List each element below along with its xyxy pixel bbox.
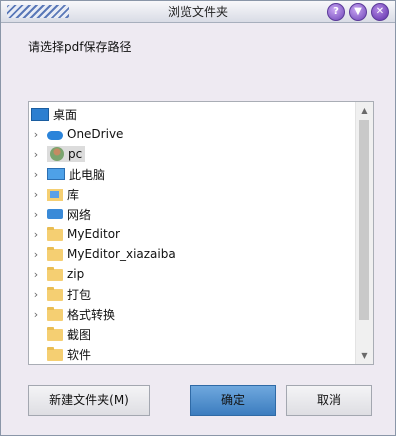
tree-item-format-convert[interactable]: › 格式转换 xyxy=(31,304,115,324)
folder-tree[interactable]: 桌面 › OneDrive › pc › 此电脑 › 库 › 网络 › MyEd… xyxy=(28,101,374,365)
chevron-right-icon[interactable]: › xyxy=(31,228,41,241)
tree-item-myeditor-xiazaiba[interactable]: › MyEditor_xiazaiba xyxy=(31,244,176,264)
chevron-right-icon[interactable]: › xyxy=(31,148,41,161)
chevron-right-icon[interactable]: › xyxy=(31,128,41,141)
tree-item-library[interactable]: › 库 xyxy=(31,184,79,204)
title-bar[interactable]: 浏览文件夹 ? ▼ ✕ xyxy=(1,1,395,23)
new-folder-button[interactable]: 新建文件夹(M) xyxy=(28,385,150,416)
tree-item-label: OneDrive xyxy=(67,127,124,141)
browse-folder-dialog: 浏览文件夹 ? ▼ ✕ 请选择pdf保存路径 桌面 › OneDrive › p… xyxy=(0,0,396,436)
tree-item-label: MyEditor xyxy=(67,227,120,241)
close-button[interactable]: ✕ xyxy=(371,3,389,21)
tree-item-label: pc xyxy=(68,147,83,161)
tree-item-label: zip xyxy=(67,267,85,281)
desktop-icon xyxy=(31,107,49,121)
tree-item-zip[interactable]: › zip xyxy=(31,264,84,284)
tree-item-this-pc[interactable]: › 此电脑 xyxy=(31,164,105,184)
selected-highlight: pc xyxy=(47,146,86,162)
scroll-down-arrow-icon[interactable]: ▼ xyxy=(356,347,373,364)
folder-icon xyxy=(47,347,63,361)
tree-item-desktop[interactable]: 桌面 xyxy=(31,104,77,124)
ok-button[interactable]: 确定 xyxy=(190,385,276,416)
chevron-right-icon[interactable]: › xyxy=(31,288,41,301)
folder-icon xyxy=(47,307,63,321)
chevron-right-icon[interactable]: › xyxy=(31,168,41,181)
tree-item-pc[interactable]: › pc xyxy=(31,144,86,164)
tree-item-label: 网络 xyxy=(67,207,92,222)
chevron-right-icon[interactable]: › xyxy=(31,188,41,201)
help-button[interactable]: ? xyxy=(327,3,345,21)
tree-item-myeditor[interactable]: › MyEditor xyxy=(31,224,120,244)
library-icon xyxy=(47,189,63,201)
folder-icon xyxy=(47,247,63,261)
folder-icon xyxy=(47,287,63,301)
scroll-up-arrow-icon[interactable]: ▲ xyxy=(356,102,373,119)
chevron-right-icon[interactable]: › xyxy=(31,268,41,281)
tree-item-label: 软件 xyxy=(67,347,92,362)
computer-icon xyxy=(47,168,65,180)
tree-item-dabao[interactable]: › 打包 xyxy=(31,284,91,304)
folder-icon xyxy=(47,327,63,341)
tree-item-label: MyEditor_xiazaiba xyxy=(67,247,176,261)
scrollbar-thumb[interactable] xyxy=(359,120,369,320)
network-icon xyxy=(47,209,63,219)
tree-item-screenshots[interactable]: 截图 xyxy=(31,324,91,344)
cloud-icon xyxy=(47,131,63,140)
tree-item-network[interactable]: › 网络 xyxy=(31,204,91,224)
tree-item-label: 库 xyxy=(67,187,80,202)
chevron-right-icon[interactable]: › xyxy=(31,208,41,221)
vertical-scrollbar[interactable]: ▲ ▼ xyxy=(355,102,373,364)
tree-item-onedrive[interactable]: › OneDrive xyxy=(31,124,124,144)
tree-item-software[interactable]: 软件 xyxy=(31,344,91,364)
chevron-right-icon[interactable]: › xyxy=(31,308,41,321)
tree-item-label: 桌面 xyxy=(53,107,78,122)
tree-item-label: 打包 xyxy=(67,287,92,302)
folder-icon xyxy=(47,267,63,281)
user-icon xyxy=(50,147,64,161)
tree-item-label: 此电脑 xyxy=(69,167,106,182)
tree-item-label: 截图 xyxy=(67,327,92,342)
minimize-button[interactable]: ▼ xyxy=(349,3,367,21)
title-bar-buttons: ? ▼ ✕ xyxy=(327,3,389,21)
chevron-right-icon[interactable]: › xyxy=(31,248,41,261)
tree-item-label: 格式转换 xyxy=(67,307,116,322)
dialog-prompt: 请选择pdf保存路径 xyxy=(28,40,132,54)
folder-icon xyxy=(47,227,63,241)
cancel-button[interactable]: 取消 xyxy=(286,385,372,416)
